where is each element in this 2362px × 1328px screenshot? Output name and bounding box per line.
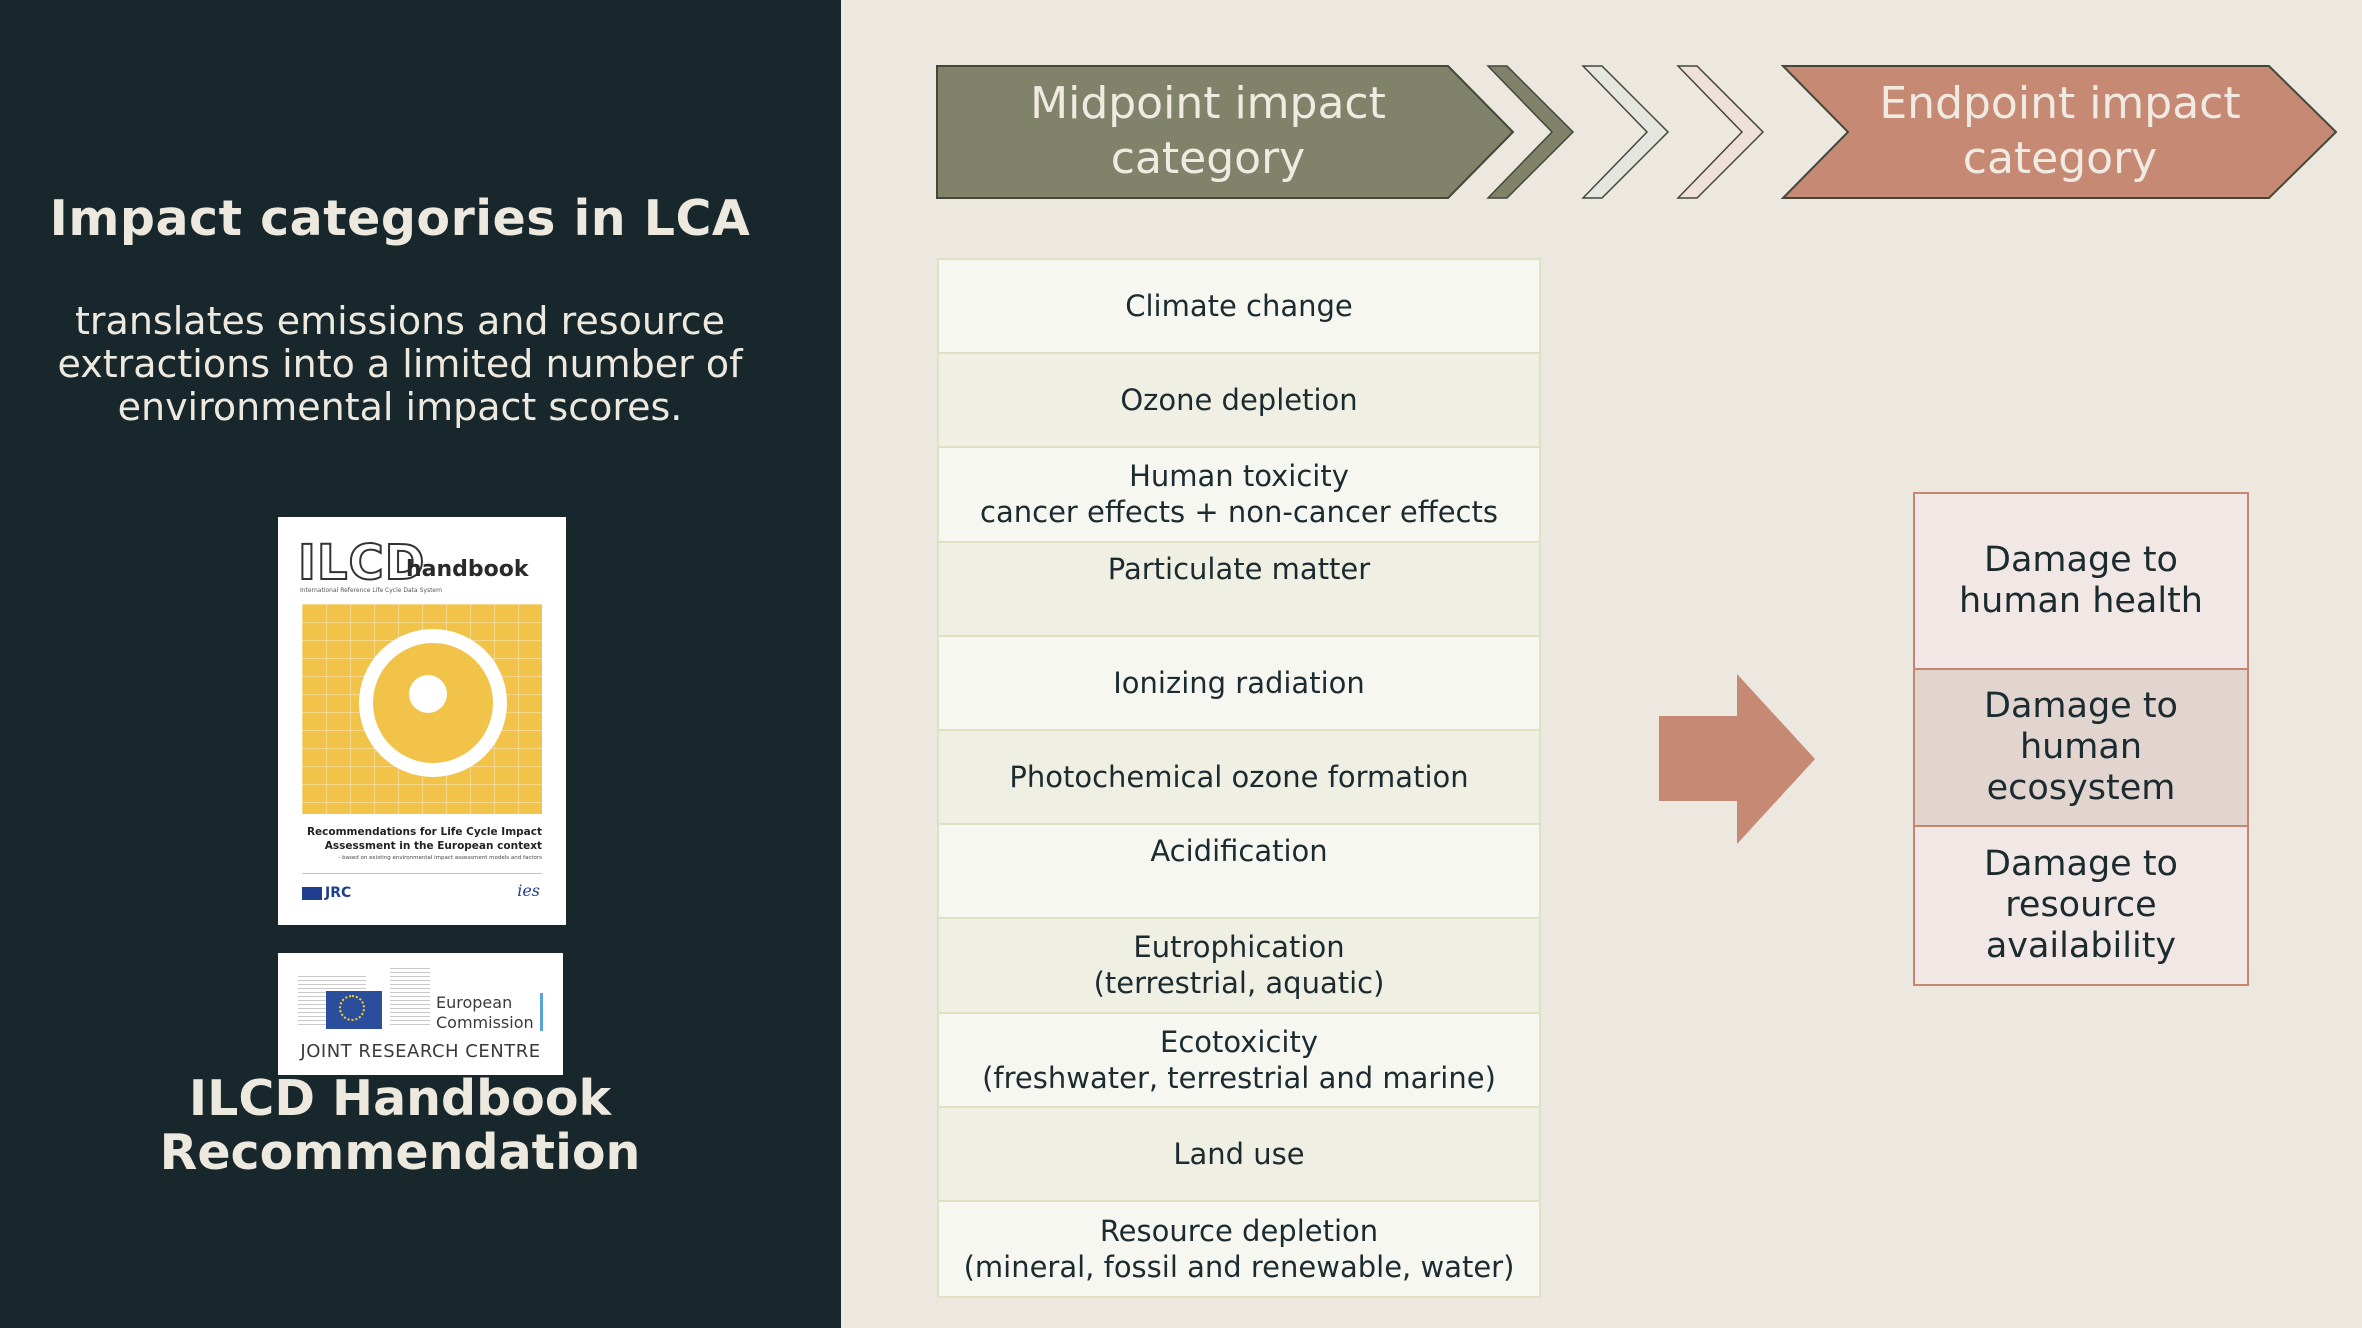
subtitle-line: translates emissions and resource [75, 299, 725, 343]
ies-logo: ies [517, 881, 540, 900]
endpoint-item-ecosystem: Damage to human ecosystem [1915, 670, 2247, 827]
table-row: Photochemical ozone formation [939, 730, 1539, 826]
subtitle-line: environmental impact scores. [117, 385, 683, 429]
ec-name: European Commission [436, 993, 534, 1032]
eu-flag-icon [302, 886, 322, 900]
table-row: Ecotoxicity (freshwater, terrestrial and … [939, 1013, 1539, 1108]
right-arrow-icon [1659, 674, 1815, 844]
table-row: Ionizing radiation [939, 636, 1539, 731]
midpoint-categories-table: Climate change Ozone depletion Human tox… [937, 258, 1541, 1299]
chevron-grey-icon [1581, 65, 1670, 199]
table-row: Climate change [939, 260, 1539, 355]
table-row: Acidification [939, 825, 1539, 920]
chevron-pink-icon [1676, 65, 1765, 199]
table-row: Eutrophication (terrestrial, aquatic) [939, 919, 1539, 1014]
table-row: Human toxicity cancer effects + non-cance… [939, 448, 1539, 543]
table-row: Ozone depletion [939, 354, 1539, 449]
subtitle-line: extractions into a limited number of [57, 342, 743, 386]
slide-subtitle: translates emissions and resource extrac… [0, 300, 800, 429]
cover-subheading: - based on existing environmental impact… [338, 855, 542, 861]
cover-heading-line: Recommendations for Life Cycle Impact [306, 826, 542, 838]
midpoint-header-label: Midpoint impact category [1030, 78, 1386, 184]
european-commission-jrc-logo: European Commission JOINT RESEARCH CENTR… [278, 953, 563, 1075]
endpoint-item-resource-availability: Damage to resource availability [1915, 827, 2247, 984]
ilcd-handbook-cover-image: ILCD handbook International Reference Li… [278, 517, 566, 925]
cover-artwork [302, 604, 542, 814]
cover-tagline: International Reference Life Cycle Data … [300, 587, 442, 594]
slide-title: Impact categories in LCA [49, 190, 751, 247]
jrc-caption: JOINT RESEARCH CENTRE [300, 1041, 541, 1062]
left-panel: Impact categories in LCA translates emis… [0, 0, 841, 1328]
jrc-logo: JRC [302, 885, 351, 901]
ilcd-recommendation-title: ILCD Handbook Recommendation [159, 1070, 641, 1181]
cover-heading-line: Assessment in the European context [324, 840, 542, 852]
endpoint-item-human-health: Damage to human health [1915, 494, 2247, 670]
table-row: Resource depletion (mineral, fossil and r… [939, 1201, 1539, 1297]
table-row: Particulate matter [939, 542, 1539, 637]
lifecycle-logo-icon [359, 629, 507, 777]
eu-flag-icon [326, 991, 382, 1029]
endpoint-categories-table: Damage to human health Damage to human ecos… [1913, 492, 2249, 986]
ec-logo-bar [540, 993, 543, 1031]
cover-heading: Recommendations for Life Cycle Impact As… [298, 825, 542, 853]
handbook-label: handbook [406, 557, 529, 582]
berlaymont-building-icon [390, 965, 430, 1027]
cover-divider [302, 873, 542, 874]
table-row: Land use [939, 1107, 1539, 1202]
endpoint-header-label: Endpoint impact category [1879, 78, 2241, 184]
